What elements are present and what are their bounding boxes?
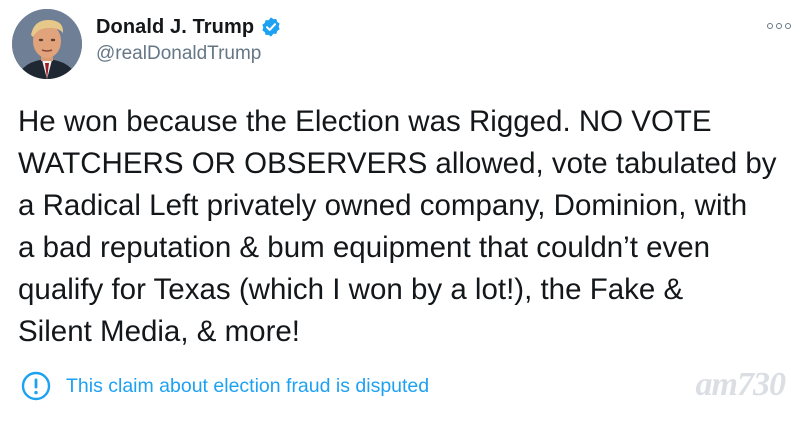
tweet-card: Donald J. Trump @realDonaldTrump He won …	[0, 0, 807, 431]
am730-watermark-logo: am730	[695, 366, 786, 403]
disputed-claim-text[interactable]: This claim about election fraud is dispu…	[66, 375, 429, 398]
avatar-image	[12, 9, 82, 79]
disputed-claim-notice[interactable]: This claim about election fraud is dispu…	[20, 370, 429, 402]
more-dot	[776, 23, 782, 29]
verified-badge-icon	[260, 16, 282, 38]
more-options-icon[interactable]	[767, 16, 791, 36]
display-name[interactable]: Donald J. Trump	[96, 16, 254, 39]
avatar[interactable]	[12, 9, 82, 79]
user-handle[interactable]: @realDonaldTrump	[96, 43, 282, 65]
tweet-author: Donald J. Trump @realDonaldTrump	[96, 14, 282, 65]
name-row: Donald J. Trump	[96, 14, 282, 40]
more-dot	[785, 23, 791, 29]
exclamation-circle-icon	[20, 370, 52, 402]
tweet-text: He won because the Election was Rigged. …	[18, 105, 777, 348]
more-dot	[767, 23, 773, 29]
